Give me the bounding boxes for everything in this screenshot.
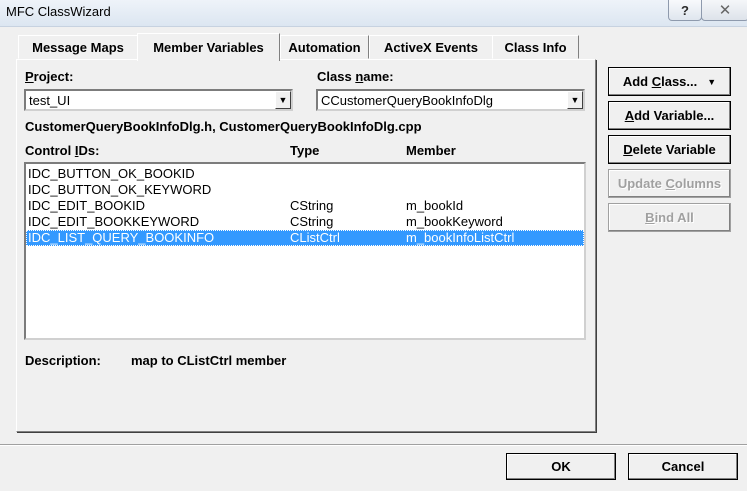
add-class-label: Add Class... [622, 74, 698, 89]
dropdown-arrow-icon: ▼ [707, 76, 717, 87]
window-title: MFC ClassWizard [6, 4, 111, 19]
footer-separator [0, 444, 747, 446]
project-label: Project: [25, 69, 74, 84]
description-label: Description: [25, 353, 101, 368]
update-columns-label: Update Columns [617, 176, 722, 191]
tab-activex-events[interactable]: ActiveX Events [369, 35, 493, 59]
title-bar: MFC ClassWizard ? ✕ [0, 0, 747, 27]
list-item-selected[interactable]: IDC_LIST_QUERY_BOOKINFO CListCtrl m_book… [26, 230, 584, 246]
add-variable-label: Add Variable... [624, 108, 715, 123]
class-files-text: CustomerQueryBookInfoDlg.h, CustomerQuer… [25, 119, 422, 134]
control-id: IDC_BUTTON_OK_BOOKID [28, 166, 195, 181]
tab-label: ActiveX Events [384, 39, 478, 55]
update-columns-button[interactable]: Update Columns [608, 169, 731, 198]
control-type: CListCtrl [290, 230, 340, 245]
list-item[interactable]: IDC_BUTTON_OK_BOOKID [26, 166, 584, 182]
mfc-classwizard-dialog: MFC ClassWizard ? ✕ Message Maps Member … [0, 0, 747, 491]
help-button[interactable]: ? [668, 0, 702, 21]
tab-automation[interactable]: Automation [280, 35, 369, 59]
bind-all-button[interactable]: Bind All [608, 203, 731, 232]
control-id: IDC_EDIT_BOOKKEYWORD [28, 214, 200, 229]
delete-variable-button[interactable]: Delete Variable [608, 135, 731, 164]
list-item[interactable]: IDC_BUTTON_OK_KEYWORD [26, 182, 584, 198]
tab-class-info[interactable]: Class Info [492, 35, 579, 59]
add-variable-button[interactable]: Add Variable... [608, 101, 731, 130]
list-item[interactable]: IDC_EDIT_BOOKID CString m_bookId [26, 198, 584, 214]
control-type: CString [290, 214, 334, 229]
class-name-label: Class name: [317, 69, 394, 84]
class-name-value: CCustomerQueryBookInfoDlg [321, 93, 493, 108]
tab-message-maps[interactable]: Message Maps [18, 35, 138, 59]
tab-member-variables[interactable]: Member Variables [137, 33, 280, 61]
list-item[interactable]: IDC_EDIT_BOOKKEYWORD CString m_bookKeywo… [26, 214, 584, 230]
control-ids-list[interactable]: IDC_BUTTON_OK_BOOKID IDC_BUTTON_OK_KEYWO… [24, 162, 586, 340]
ok-button[interactable]: OK [506, 453, 616, 480]
bind-all-label: Bind All [645, 210, 694, 225]
project-value: test_UI [29, 93, 71, 108]
tab-label: Message Maps [32, 39, 124, 55]
control-member: m_bookInfoListCtrl [406, 230, 515, 245]
class-name-combo[interactable]: CCustomerQueryBookInfoDlg ▼ [316, 89, 585, 111]
control-member: m_bookKeyword [406, 214, 503, 229]
tab-label: Member Variables [153, 40, 264, 55]
chevron-down-icon[interactable]: ▼ [567, 91, 583, 109]
control-member: m_bookId [406, 198, 464, 213]
control-id: IDC_LIST_QUERY_BOOKINFO [28, 230, 215, 245]
control-id: IDC_BUTTON_OK_KEYWORD [28, 182, 212, 197]
project-combo[interactable]: test_UI ▼ [24, 89, 293, 111]
help-icon: ? [681, 2, 689, 18]
add-class-button[interactable]: Add Class... ▼ [608, 67, 731, 96]
tab-label: Automation [288, 39, 361, 55]
close-button[interactable]: ✕ [701, 0, 747, 21]
chevron-down-icon[interactable]: ▼ [275, 91, 291, 109]
column-header-control-ids: Control IDs: [25, 143, 100, 158]
control-type: CString [290, 198, 334, 213]
tab-label: Class Info [504, 39, 567, 55]
close-icon: ✕ [718, 2, 732, 19]
delete-variable-label: Delete Variable [623, 142, 716, 157]
cancel-label: Cancel [661, 459, 705, 474]
column-header-member: Member [406, 143, 456, 158]
description-text: map to CListCtrl member [131, 353, 287, 368]
column-header-type: Type [290, 143, 320, 158]
cancel-button[interactable]: Cancel [628, 453, 738, 480]
ok-label: OK [551, 459, 571, 474]
control-id: IDC_EDIT_BOOKID [28, 198, 146, 213]
